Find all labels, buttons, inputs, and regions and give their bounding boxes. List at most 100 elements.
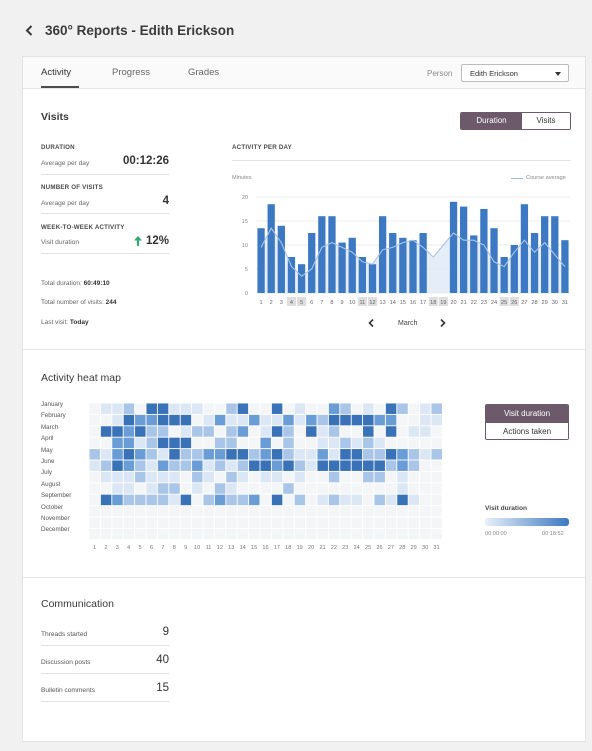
heatmap-toggle: Visit duration Actions taken bbox=[485, 404, 569, 440]
course-average-legend: Course average bbox=[526, 175, 566, 181]
heatmap-cell bbox=[123, 460, 135, 471]
heatmap-cell bbox=[294, 471, 306, 483]
threads-started-value: 9 bbox=[162, 626, 169, 638]
x-tick-label: 3 bbox=[280, 300, 283, 306]
heatmap-cell bbox=[157, 483, 169, 494]
heatmap-cell bbox=[374, 403, 385, 414]
heatmap-cell bbox=[157, 460, 169, 471]
heatmap-cell bbox=[169, 426, 180, 437]
duration-toggle-button[interactable]: Duration bbox=[461, 113, 522, 129]
heatmap-cell bbox=[180, 506, 192, 517]
activity-bar bbox=[409, 240, 417, 293]
person-select[interactable]: Edith Erickson bbox=[461, 64, 569, 82]
heatmap-cell bbox=[249, 483, 260, 494]
heatmap-cell bbox=[294, 426, 306, 437]
heatmap-cell bbox=[214, 483, 226, 494]
heatmap-cell bbox=[385, 460, 397, 471]
activity-per-day-chart: 051015201 2 3 4 5 6 7 8 9 10 11 12 13 14 15 16 17 18 19 20 2… bbox=[242, 195, 570, 306]
heatmap-cell bbox=[260, 426, 271, 437]
heatmap-cell bbox=[340, 426, 351, 437]
heatmap-cell bbox=[146, 414, 157, 426]
heatmap-cell bbox=[146, 426, 157, 437]
heatmap-cell bbox=[100, 414, 112, 426]
heatmap-cell bbox=[226, 449, 237, 460]
heatmap-cell bbox=[306, 494, 317, 506]
heatmap-cell bbox=[385, 403, 397, 414]
heatmap-cell bbox=[420, 437, 431, 449]
heatmap-cell bbox=[328, 403, 340, 414]
heatmap-cell bbox=[146, 494, 157, 506]
heatmap-day-label: 23 bbox=[342, 545, 349, 551]
heatmap-cell bbox=[226, 471, 237, 483]
heatmap-cell bbox=[397, 437, 408, 449]
heatmap-cell bbox=[112, 403, 123, 414]
heatmap-cell bbox=[214, 449, 226, 460]
heatmap-cell bbox=[203, 494, 214, 506]
heatmap-day-label: 30 bbox=[421, 545, 429, 551]
heatmap-cell bbox=[169, 460, 180, 471]
heatmap-cell bbox=[112, 528, 123, 540]
heatmap-cell bbox=[328, 471, 340, 483]
total-duration: Total duration: 60:49:10 bbox=[41, 280, 110, 287]
heatmap-cell bbox=[351, 494, 363, 506]
heatmap-cell bbox=[317, 471, 328, 483]
heatmap-cell bbox=[363, 437, 374, 449]
heatmap-cell bbox=[100, 426, 112, 437]
heatmap-cell bbox=[169, 437, 180, 449]
actions-taken-button[interactable]: Actions taken bbox=[486, 423, 568, 439]
next-month-icon[interactable] bbox=[438, 318, 448, 328]
heatmap-cell bbox=[431, 471, 442, 483]
heatmap-cell bbox=[123, 506, 135, 517]
heatmap-cell bbox=[294, 494, 306, 506]
heatmap-cell bbox=[317, 494, 328, 506]
heatmap-cell bbox=[237, 426, 249, 437]
x-tick-label: 9 bbox=[341, 300, 344, 306]
heatmap-cell bbox=[135, 506, 146, 517]
heatmap-cell bbox=[192, 528, 203, 540]
week-activity-value: 12% bbox=[145, 235, 169, 247]
heatmap-cell bbox=[283, 403, 294, 414]
total-visits-value: 244 bbox=[105, 299, 117, 306]
x-tick-label: 26 bbox=[511, 300, 517, 306]
heatmap-cell bbox=[249, 528, 260, 540]
heatmap-cell bbox=[100, 528, 112, 540]
back-chevron-icon[interactable] bbox=[22, 23, 36, 37]
heatmap-cell bbox=[306, 449, 317, 460]
heatmap-cell bbox=[100, 403, 112, 414]
heatmap-day-label: 29 bbox=[410, 545, 417, 551]
heatmap-cell bbox=[306, 426, 317, 437]
heatmap-cell bbox=[374, 437, 385, 449]
heatmap-cell bbox=[340, 517, 351, 528]
heatmap-cell bbox=[249, 437, 260, 449]
heatmap-cell bbox=[226, 403, 237, 414]
heatmap-cell bbox=[214, 460, 226, 471]
heatmap-cell bbox=[363, 460, 374, 471]
heatmap-cell bbox=[431, 528, 442, 540]
tab-grades[interactable]: Grades bbox=[188, 67, 219, 78]
y-tick-label: 0 bbox=[245, 291, 248, 297]
heatmap-cell bbox=[237, 403, 249, 414]
heatmap-cell bbox=[271, 483, 283, 494]
visit-duration-button[interactable]: Visit duration bbox=[486, 405, 568, 423]
heatmap-cell bbox=[123, 449, 135, 460]
prev-month-icon[interactable] bbox=[366, 318, 376, 328]
heatmap-cell bbox=[283, 483, 294, 494]
heatmap-cell bbox=[340, 449, 351, 460]
visits-toggle-button[interactable]: Visits bbox=[522, 113, 570, 129]
heatmap-cell bbox=[169, 449, 180, 460]
tab-activity[interactable]: Activity bbox=[41, 67, 71, 78]
heatmap-cell bbox=[226, 460, 237, 471]
heatmap-cell bbox=[157, 437, 169, 449]
activity-bar bbox=[338, 242, 346, 293]
heatmap-cell bbox=[328, 494, 340, 506]
heatmap-cell bbox=[214, 528, 226, 540]
x-tick-label: 30 bbox=[552, 300, 558, 306]
x-tick-label: 28 bbox=[531, 300, 537, 306]
heatmap-cell bbox=[385, 471, 397, 483]
heatmap-cell bbox=[249, 494, 260, 506]
heatmap-cell bbox=[260, 483, 271, 494]
heatmap-cell bbox=[100, 483, 112, 494]
tab-progress[interactable]: Progress bbox=[112, 67, 150, 78]
last-visit: Last visit: Today bbox=[41, 319, 89, 326]
heatmap-day-label: 6 bbox=[149, 545, 154, 551]
